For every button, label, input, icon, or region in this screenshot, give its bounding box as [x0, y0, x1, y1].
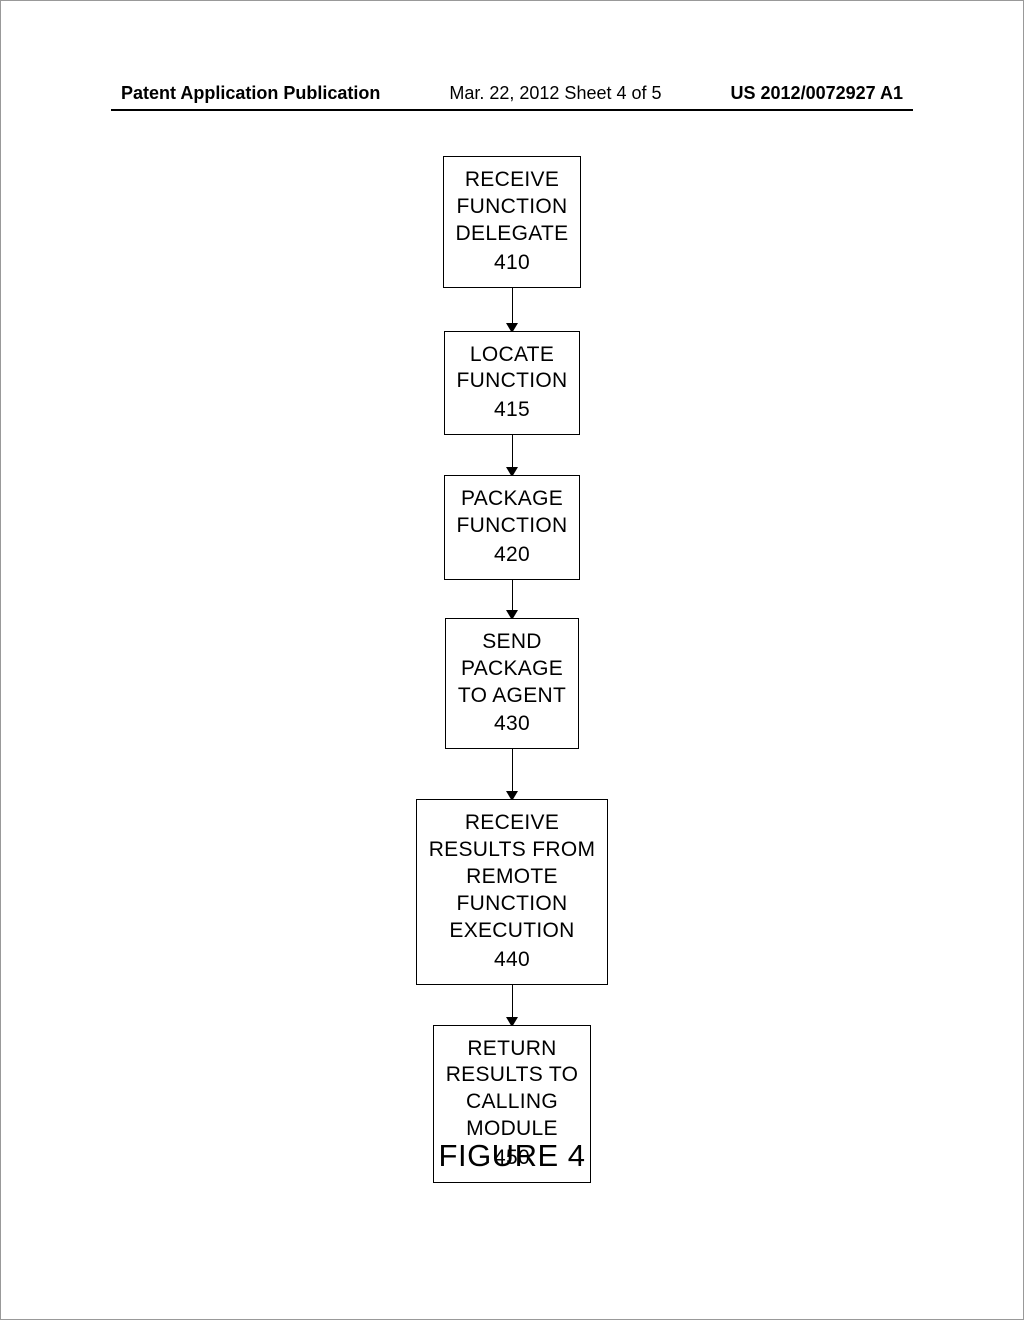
flow-node-line: RECEIVE	[456, 167, 569, 194]
flow-connector	[506, 985, 518, 1025]
flow-node-line: RESULTS FROM	[429, 837, 596, 864]
flow-node-line: SEND	[458, 629, 566, 656]
flow-node-line: PACKAGE	[458, 656, 566, 683]
flow-node-line: FUNCTION	[457, 513, 568, 540]
flow-connector	[506, 288, 518, 331]
page-frame: Patent Application Publication Mar. 22, …	[0, 0, 1024, 1320]
flow-node-line: RETURN	[446, 1036, 579, 1063]
flow-node-line: FUNCTION	[456, 194, 569, 221]
flow-node-line: CALLING	[446, 1089, 579, 1116]
flow-connector	[506, 749, 518, 799]
flow-node-line: EXECUTION	[429, 918, 596, 945]
flow-node-420: PACKAGEFUNCTION420	[444, 475, 581, 580]
flow-node-line: PACKAGE	[457, 486, 568, 513]
connector-stem	[512, 580, 513, 610]
header-rule	[111, 109, 913, 111]
flow-node-line: REMOTE	[429, 864, 596, 891]
flow-node-430: SENDPACKAGETO AGENT430	[445, 618, 579, 750]
flow-node-415: LOCATEFUNCTION415	[444, 331, 581, 436]
flow-node-440: RECEIVERESULTS FROMREMOTEFUNCTIONEXECUTI…	[416, 799, 609, 984]
flow-node-number: 440	[429, 947, 596, 974]
connector-stem	[512, 749, 513, 791]
patent-header: Patent Application Publication Mar. 22, …	[1, 83, 1023, 104]
flow-node-number: 420	[457, 542, 568, 569]
flow-node-line: RESULTS TO	[446, 1062, 579, 1089]
flow-connector	[506, 580, 518, 618]
flow-node-line: TO AGENT	[458, 683, 566, 710]
figure-caption: FIGURE 4	[1, 1138, 1023, 1174]
flow-connector	[506, 435, 518, 475]
header-sheet-info: Mar. 22, 2012 Sheet 4 of 5	[449, 83, 661, 104]
flow-node-line: FUNCTION	[429, 891, 596, 918]
flow-node-line: DELEGATE	[456, 221, 569, 248]
flow-node-number: 415	[457, 397, 568, 424]
connector-stem	[512, 288, 513, 323]
flow-node-line: LOCATE	[457, 342, 568, 369]
flow-node-line: FUNCTION	[457, 368, 568, 395]
header-publication: Patent Application Publication	[121, 83, 380, 104]
connector-stem	[512, 435, 513, 467]
connector-stem	[512, 985, 513, 1017]
flowchart: RECEIVEFUNCTIONDELEGATE410LOCATEFUNCTION…	[1, 156, 1023, 1183]
flow-node-410: RECEIVEFUNCTIONDELEGATE410	[443, 156, 582, 288]
header-patent-number: US 2012/0072927 A1	[731, 83, 903, 104]
flow-node-number: 430	[458, 711, 566, 738]
flow-node-line: RECEIVE	[429, 810, 596, 837]
flow-node-number: 410	[456, 250, 569, 277]
